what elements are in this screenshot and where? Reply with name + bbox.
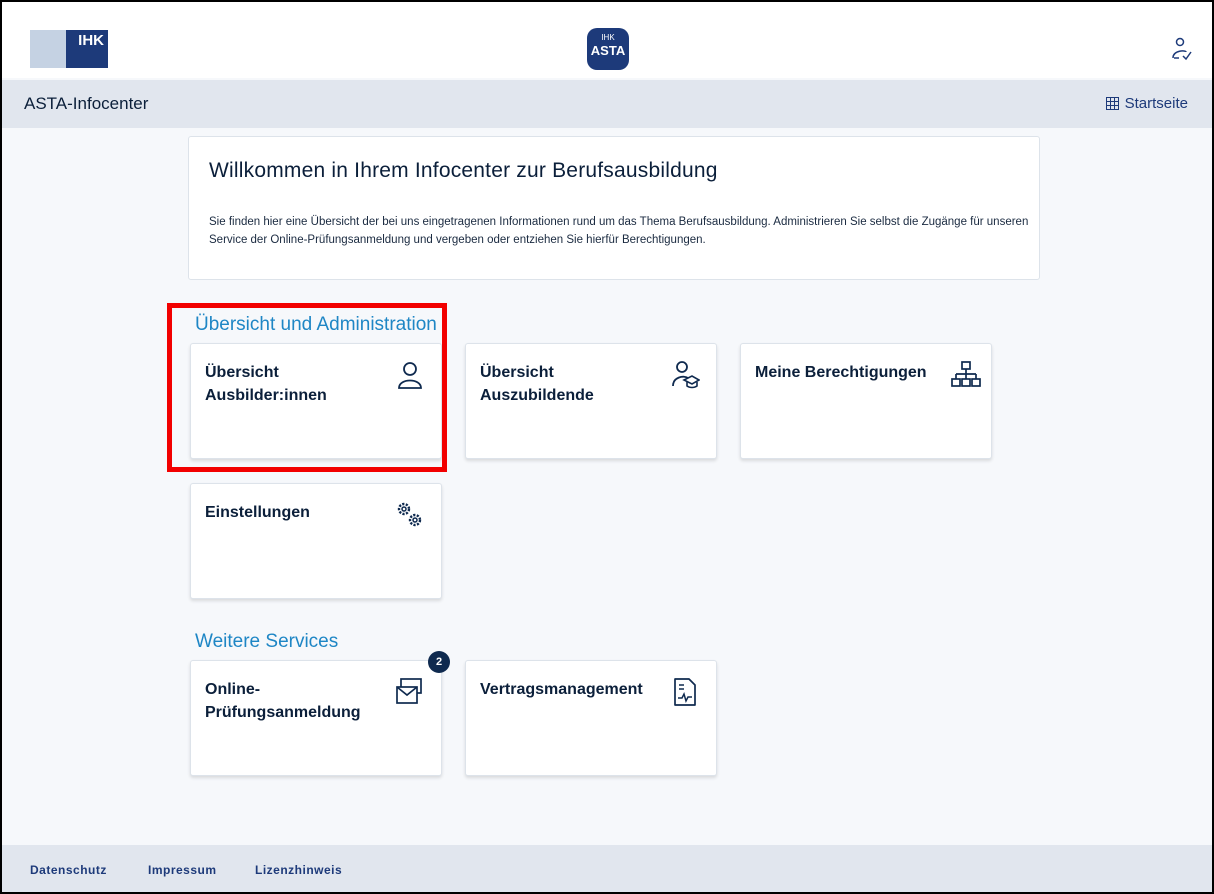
welcome-box: Willkommen in Ihrem Infocenter zur Beruf…: [188, 136, 1040, 280]
app-window: IHK IHK ASTA ASTA-Infocenter Startseite: [0, 0, 1214, 894]
card-label: Online-Prüfungsanmeldung: [205, 681, 361, 721]
ihk-logo-text: IHK: [66, 30, 108, 68]
grid-icon: [1105, 97, 1119, 110]
graduate-icon: [672, 361, 700, 389]
footer: Datenschutz Impressum Lizenzhinweis: [2, 845, 1212, 892]
welcome-title: Willkommen in Ihrem Infocenter zur Beruf…: [209, 159, 718, 182]
card-label: Einstellungen: [205, 504, 310, 521]
red-highlight-frame: [167, 303, 447, 472]
sub-header: ASTA-Infocenter Startseite: [2, 80, 1212, 128]
card-online-pruefungsanmeldung[interactable]: Online-Prüfungsanmeldung: [190, 660, 442, 776]
footer-link-lizenzhinweis[interactable]: Lizenzhinweis: [255, 863, 342, 877]
footer-link-datenschutz[interactable]: Datenschutz: [30, 863, 107, 877]
org-chart-icon: [951, 361, 981, 387]
gears-icon: [397, 502, 422, 527]
card-label: Vertragsmanagement: [480, 681, 643, 698]
welcome-text: Sie finden hier eine Übersicht der bei u…: [209, 216, 1029, 246]
card-uebersicht-auszubildende[interactable]: Übersicht Auszubildende: [465, 343, 717, 459]
asta-logo-main: ASTA: [590, 43, 626, 58]
ihk-logo[interactable]: IHK: [30, 30, 108, 68]
card-vertragsmanagement[interactable]: Vertragsmanagement: [465, 660, 717, 776]
document-chart-icon: [674, 678, 696, 706]
notification-badge: 2: [428, 651, 450, 673]
user-check-icon[interactable]: [1170, 36, 1194, 62]
startseite-link[interactable]: Startseite: [1105, 95, 1188, 112]
card-einstellungen[interactable]: Einstellungen: [190, 483, 442, 599]
section-title-weitere-services: Weitere Services: [195, 631, 339, 652]
mail-stack-icon: [396, 678, 422, 704]
app-title: ASTA-Infocenter: [24, 94, 149, 113]
startseite-label: Startseite: [1124, 95, 1188, 112]
card-meine-berechtigungen[interactable]: Meine Berechtigungen: [740, 343, 992, 459]
asta-logo[interactable]: IHK ASTA: [587, 28, 629, 70]
top-bar: IHK IHK ASTA: [2, 2, 1212, 78]
footer-link-impressum[interactable]: Impressum: [148, 863, 217, 877]
card-label: Meine Berechtigungen: [755, 364, 927, 381]
asta-logo-top: IHK: [601, 33, 615, 42]
card-label: Übersicht Auszubildende: [480, 364, 594, 404]
